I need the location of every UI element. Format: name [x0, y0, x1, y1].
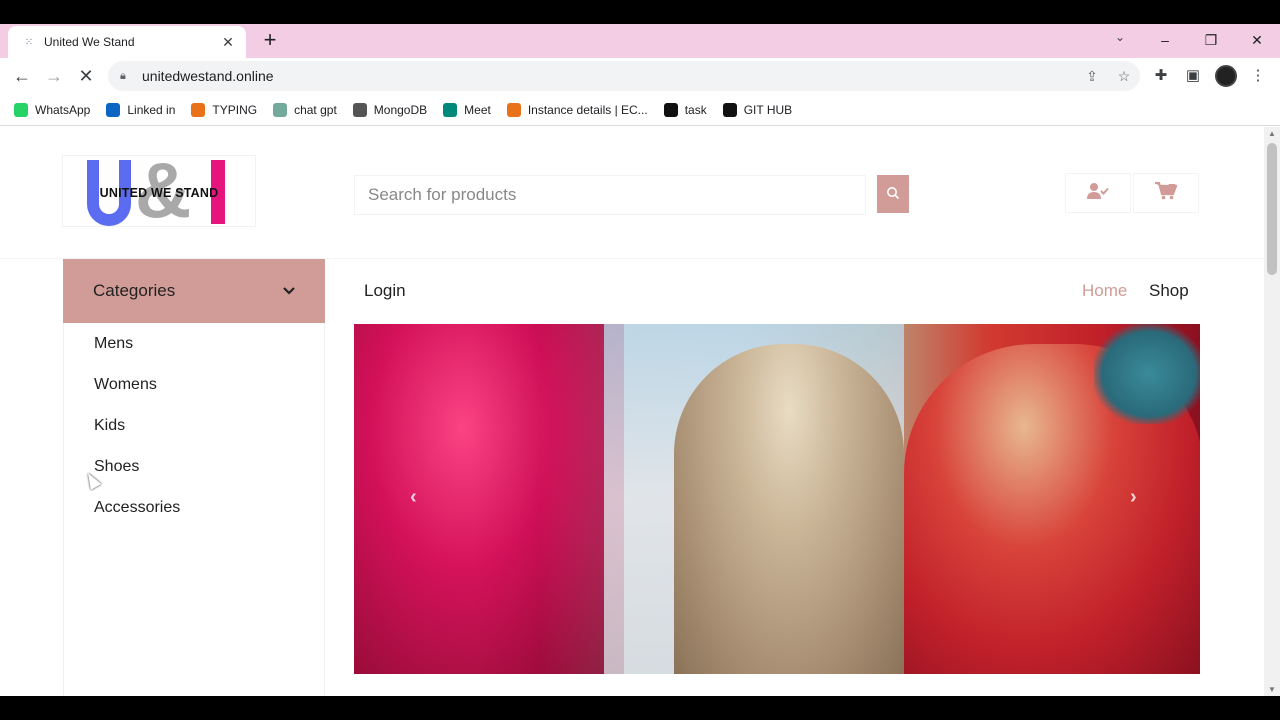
new-tab-button[interactable]: + — [258, 29, 282, 53]
bookmark-5[interactable]: Meet — [443, 102, 491, 117]
loading-favicon-icon: ⁙ — [24, 36, 34, 48]
bookmark-label: TYPING — [212, 102, 258, 117]
carousel-prev-icon[interactable]: ‹ — [410, 486, 417, 509]
bookmark-2[interactable]: TYPING — [191, 102, 258, 117]
nav-shop-link[interactable]: Shop — [1149, 281, 1189, 301]
cart-badge — [1168, 184, 1176, 188]
linkedin-icon — [106, 102, 121, 117]
extensions-puzzle-icon[interactable]: ✚ — [1150, 65, 1172, 87]
category-item-accessories[interactable]: Accessories — [64, 487, 324, 528]
categories-toggle[interactable]: Categories — [63, 259, 325, 323]
category-item-womens[interactable]: Womens — [64, 364, 324, 405]
web-page: & UNITED WE STAND Search for products Ca… — [0, 127, 1264, 696]
hero-carousel[interactable]: ‹ › — [354, 324, 1200, 674]
category-item-mens[interactable]: Mens — [64, 323, 324, 364]
logo-text: UNITED WE STAND — [99, 186, 219, 200]
url-text[interactable]: unitedwestand.online — [142, 68, 1076, 84]
categories-label: Categories — [93, 281, 176, 300]
lock-icon: 🔒︎ — [120, 69, 126, 82]
forward-arrow-icon[interactable]: → — [42, 64, 66, 88]
bookmark-label: chat gpt — [294, 102, 337, 117]
back-arrow-icon[interactable]: ← — [10, 64, 34, 88]
tab-united-we-stand[interactable]: ⁙ United We Stand ✕ — [8, 26, 246, 58]
hero-flowers — [354, 324, 624, 674]
address-bar[interactable]: 🔒︎ unitedwestand.online ⇪ ☆ — [108, 61, 1140, 91]
search-placeholder: Search for products — [368, 185, 517, 204]
bookmark-8[interactable]: GIT HUB — [722, 102, 793, 117]
bookmark-label: GIT HUB — [743, 102, 793, 117]
scroll-thumb[interactable] — [1267, 143, 1277, 275]
scroll-up-icon[interactable]: ▲ — [1268, 129, 1276, 138]
typing-icon — [191, 102, 206, 117]
chevron-down-icon — [283, 284, 295, 298]
stop-loading-icon[interactable]: ✕ — [74, 64, 98, 88]
profile-avatar[interactable] — [1215, 65, 1237, 87]
bookmark-4[interactable]: MongoDB — [352, 102, 428, 117]
category-list: Mens Womens Kids Shoes Accessories — [63, 323, 325, 696]
github-icon — [722, 102, 737, 117]
browser-window: ⁙ United We Stand ✕ + ⌄ – ❐ ✕ ← → ✕ 🔒︎ u… — [0, 24, 1280, 696]
login-link[interactable]: Login — [364, 281, 406, 301]
share-icon[interactable]: ⇪ — [1076, 68, 1108, 85]
search-button[interactable] — [877, 175, 909, 213]
page-scrollbar[interactable]: ▲ ▼ — [1264, 127, 1280, 696]
mongodb-icon — [352, 102, 367, 117]
bookmarks-bar: WhatsApp Linked in TYPING chat gpt MongoDB Me… — [0, 94, 1280, 126]
restore-button[interactable]: ❐ — [1196, 28, 1226, 52]
side-panel-icon[interactable]: ▣ — [1182, 65, 1204, 87]
minimize-button[interactable]: – — [1150, 28, 1180, 52]
tab-search-chevron-icon[interactable]: ⌄ — [1110, 30, 1130, 50]
close-window-button[interactable]: ✕ — [1242, 28, 1272, 52]
github-icon — [663, 102, 678, 117]
category-item-kids[interactable]: Kids — [64, 405, 324, 446]
bookmark-label: Linked in — [127, 102, 176, 117]
tab-strip: ⁙ United We Stand ✕ + ⌄ – ❐ ✕ — [0, 24, 1280, 58]
bookmark-label: MongoDB — [373, 102, 428, 117]
browser-toolbar: ← → ✕ 🔒︎ unitedwestand.online ⇪ ☆ ✚ ▣ ⋮ — [0, 58, 1280, 94]
nav-home-link[interactable]: Home — [1082, 281, 1127, 301]
carousel-next-icon[interactable]: › — [1130, 486, 1137, 509]
hero-foliage — [1094, 324, 1200, 424]
bookmark-0[interactable]: WhatsApp — [14, 102, 91, 117]
category-item-shoes[interactable]: Shoes — [64, 446, 324, 487]
aws-icon — [506, 102, 521, 117]
bookmark-6[interactable]: Instance details | EC... — [506, 102, 648, 117]
hero-groom-figure — [674, 344, 904, 674]
tab-title: United We Stand — [44, 35, 135, 49]
bookmark-1[interactable]: Linked in — [106, 102, 176, 117]
site-logo[interactable]: & UNITED WE STAND — [62, 151, 256, 229]
user-check-icon — [1087, 182, 1109, 205]
bookmark-label: WhatsApp — [35, 102, 91, 117]
bookmark-3[interactable]: chat gpt — [273, 102, 337, 117]
scroll-down-icon[interactable]: ▼ — [1268, 685, 1276, 694]
site-navbar: Login Home Shop — [326, 259, 1264, 323]
tab-close-icon[interactable]: ✕ — [220, 34, 236, 51]
bookmark-label: Meet — [464, 102, 491, 117]
chatgpt-icon — [273, 102, 288, 117]
menu-kebab-icon[interactable]: ⋮ — [1247, 65, 1269, 87]
search-input[interactable]: Search for products — [354, 175, 866, 215]
bookmark-star-icon[interactable]: ☆ — [1108, 68, 1140, 85]
search-icon — [886, 186, 900, 203]
account-button[interactable] — [1065, 173, 1131, 213]
whatsapp-icon — [14, 102, 28, 117]
cart-button[interactable] — [1133, 173, 1199, 213]
bookmark-label: Instance details | EC... — [527, 102, 648, 117]
bookmark-7[interactable]: task — [663, 102, 707, 117]
bookmark-label: task — [684, 102, 707, 117]
meet-icon — [443, 102, 458, 117]
